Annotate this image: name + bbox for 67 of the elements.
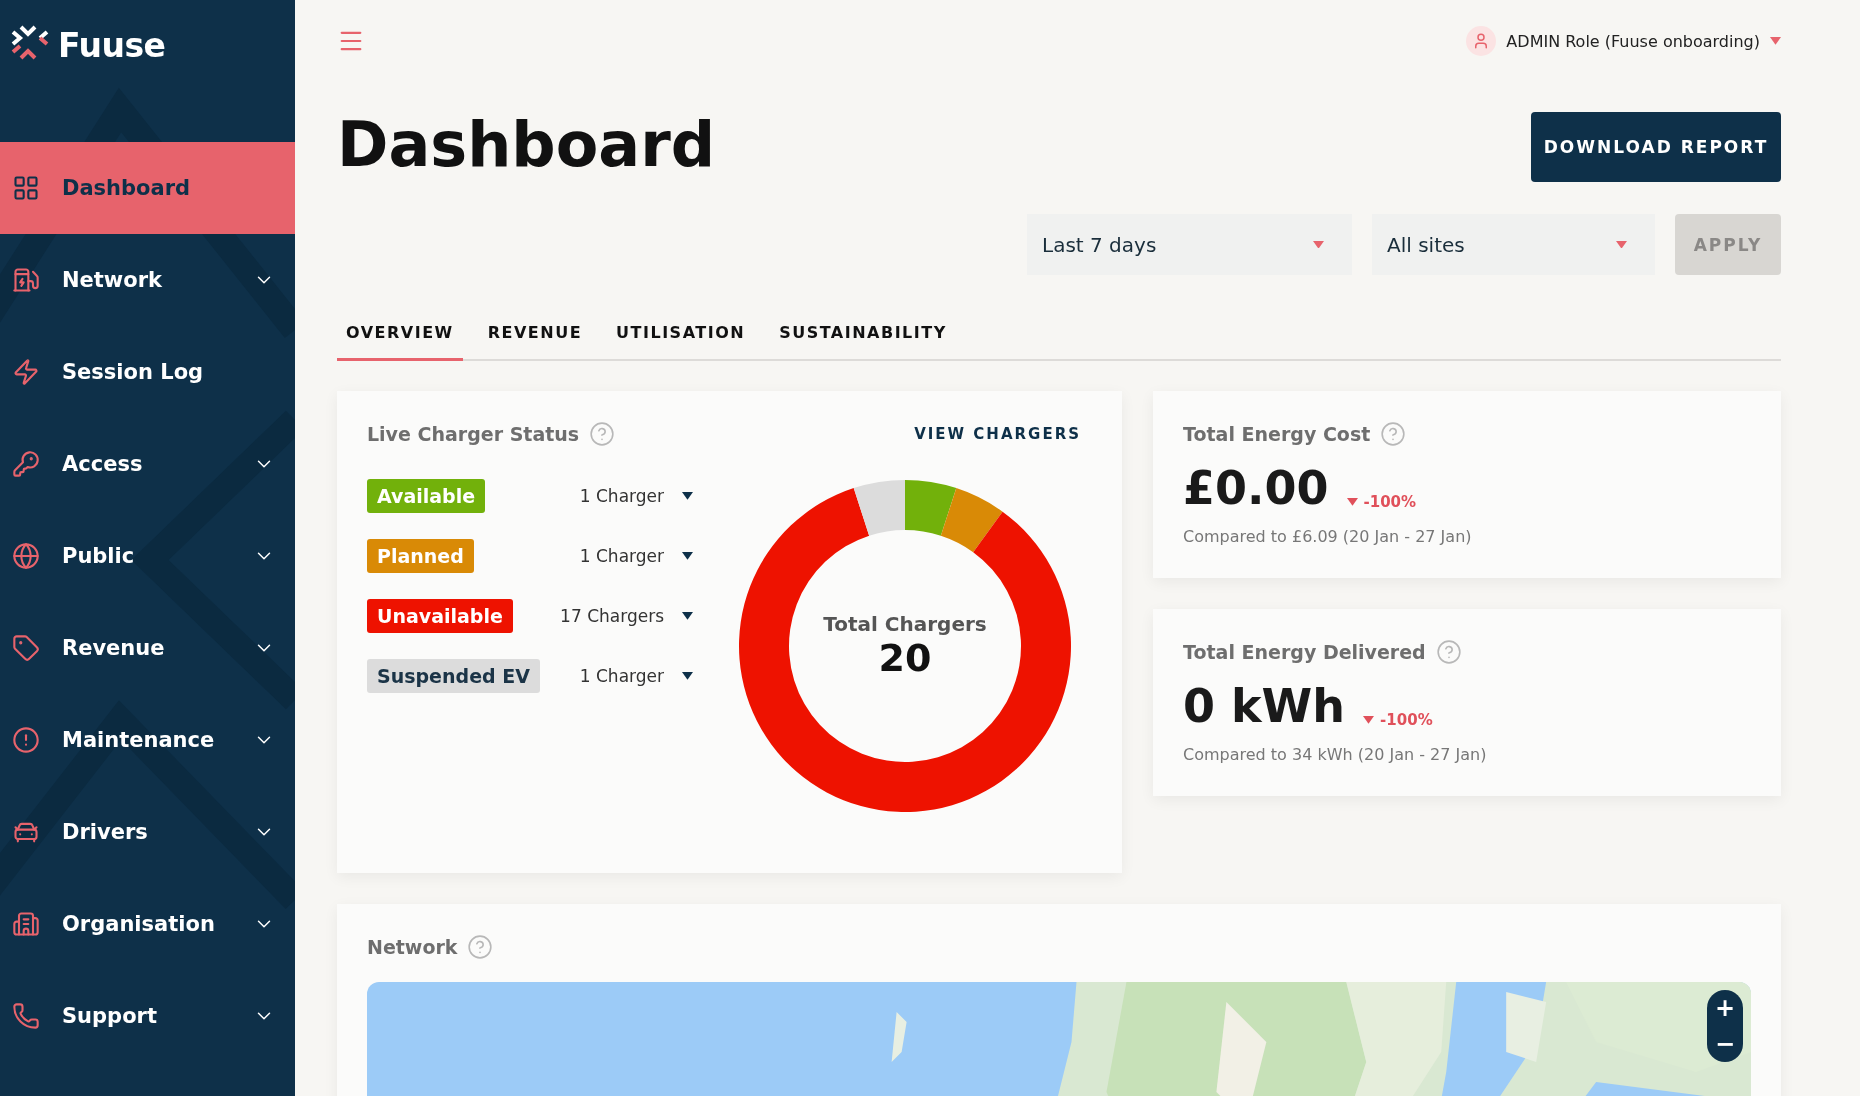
comparison-text: Compared to £6.09 (20 Jan - 27 Jan) xyxy=(1183,527,1473,546)
view-chargers-link[interactable]: VIEW CHARGERS xyxy=(914,425,1081,443)
caret-icon xyxy=(682,552,693,560)
change-value: -100% xyxy=(1380,711,1433,729)
tab[interactable]: OVERVIEW xyxy=(337,313,463,361)
caret-icon xyxy=(1770,37,1781,45)
globe-icon xyxy=(12,542,40,570)
tab[interactable]: UTILISATION xyxy=(607,313,755,361)
down-triangle-icon xyxy=(1346,498,1358,506)
charger-count: 1 Charger xyxy=(579,546,664,566)
page-title: Dashboard xyxy=(337,114,716,176)
sidebar-item[interactable]: Dashboard xyxy=(0,142,295,234)
sidebar-item[interactable]: Organisation xyxy=(0,878,295,970)
user-menu[interactable]: ADMIN Role (Fuuse onboarding) xyxy=(1466,26,1781,56)
metric-value: £0.00 xyxy=(1183,461,1329,515)
brand-name: Fuuse xyxy=(58,26,166,65)
card-title: Network xyxy=(367,936,458,958)
dashboard-icon xyxy=(12,174,40,202)
alert-icon xyxy=(12,726,40,754)
card-title: Total Energy Delivered xyxy=(1183,641,1426,663)
help-icon[interactable] xyxy=(467,934,494,960)
tag-icon xyxy=(12,634,40,662)
caret-icon xyxy=(1616,240,1627,249)
sidebar-item[interactable]: Access xyxy=(0,418,295,510)
download-report-button[interactable]: DOWNLOAD REPORT xyxy=(1531,112,1781,182)
site-select[interactable]: All sites xyxy=(1372,214,1655,275)
metric-value: 0 kWh xyxy=(1183,679,1346,733)
caret-icon xyxy=(682,672,693,680)
sidebar-item[interactable]: Drivers xyxy=(0,786,295,878)
help-icon[interactable] xyxy=(589,421,616,447)
sidebar-item[interactable]: Network xyxy=(0,234,295,326)
sidebar-item[interactable]: Public xyxy=(0,510,295,602)
status-badge: Available xyxy=(367,479,486,513)
sidebar-item[interactable]: Support xyxy=(0,970,295,1062)
tab[interactable]: REVENUE xyxy=(478,313,592,361)
building-icon xyxy=(12,910,40,938)
logo-icon xyxy=(10,24,50,62)
zoom-out-button[interactable]: − xyxy=(1707,1026,1743,1062)
comparison-text: Compared to 34 kWh (20 Jan - 27 Jan) xyxy=(1183,745,1488,764)
change-value: -100% xyxy=(1363,493,1417,511)
charger-count: 17 Chargers xyxy=(560,606,664,626)
total-label: Total Chargers xyxy=(823,612,987,636)
lightning-icon xyxy=(12,358,40,386)
status-badge: Unavailable xyxy=(367,599,513,633)
zoom-in-button[interactable]: + xyxy=(1707,990,1743,1026)
charger-icon xyxy=(12,266,40,294)
total-value: 20 xyxy=(878,636,932,680)
down-triangle-icon xyxy=(1363,716,1375,724)
user-icon xyxy=(1466,26,1497,56)
sidebar-item[interactable]: Session Log xyxy=(0,326,295,418)
period-select[interactable]: Last 7 days xyxy=(1027,214,1352,275)
status-badge: Suspended EV xyxy=(367,659,540,693)
help-icon[interactable] xyxy=(1435,639,1462,665)
charger-count: 1 Charger xyxy=(579,486,664,506)
help-icon[interactable] xyxy=(1380,421,1407,447)
charger-count: 1 Charger xyxy=(579,666,664,686)
key-icon xyxy=(12,450,40,478)
sidebar-item[interactable]: Revenue xyxy=(0,602,295,694)
caret-icon xyxy=(1313,240,1324,249)
card-title: Total Energy Cost xyxy=(1183,423,1371,445)
tab[interactable]: SUSTAINABILITY xyxy=(770,313,956,361)
caret-icon xyxy=(682,492,693,500)
status-badge: Planned xyxy=(367,539,474,573)
caret-icon xyxy=(682,612,693,620)
sidebar-item[interactable]: Maintenance xyxy=(0,694,295,786)
phone-icon xyxy=(12,1002,40,1030)
card-title: Live Charger Status xyxy=(367,423,580,445)
